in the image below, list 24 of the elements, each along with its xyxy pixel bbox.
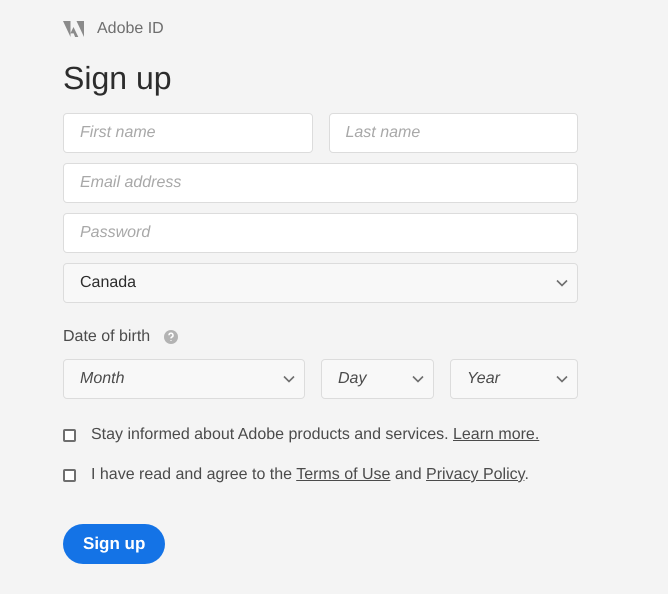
page-title: Sign up [63,59,173,98]
chevron-down-icon [283,375,295,383]
checkbox[interactable] [63,468,76,482]
link[interactable]: Privacy Policy [426,466,524,483]
date-select[interactable]: Month [63,359,305,399]
chevron-down-icon [412,375,424,383]
sign-up-button[interactable]: Sign up [63,524,166,564]
consent-text: I have read and agree to the Terms of Use and Privacy Policy. [91,465,529,485]
link[interactable]: Terms of Use [296,466,390,483]
chevron-down-icon [556,375,568,383]
email-field[interactable]: Email address [63,163,578,203]
name-field[interactable]: Last name [328,113,578,153]
chevron-down-icon [556,279,568,287]
country-select[interactable]: Canada [63,263,578,303]
consent-text: Stay informed about Adobe products and services. Learn more. [91,425,540,445]
date-select[interactable]: Year [450,359,578,399]
checkbox[interactable] [63,428,76,442]
date-of-birth-label: Date of birth [63,327,150,347]
link[interactable]: Learn more. [453,426,540,443]
date-select[interactable]: Day [321,359,434,399]
name-field[interactable]: First name [63,113,312,153]
brand-name: Adobe ID [97,19,164,39]
logo-icon [63,21,84,37]
password-field[interactable]: Password [63,213,578,253]
